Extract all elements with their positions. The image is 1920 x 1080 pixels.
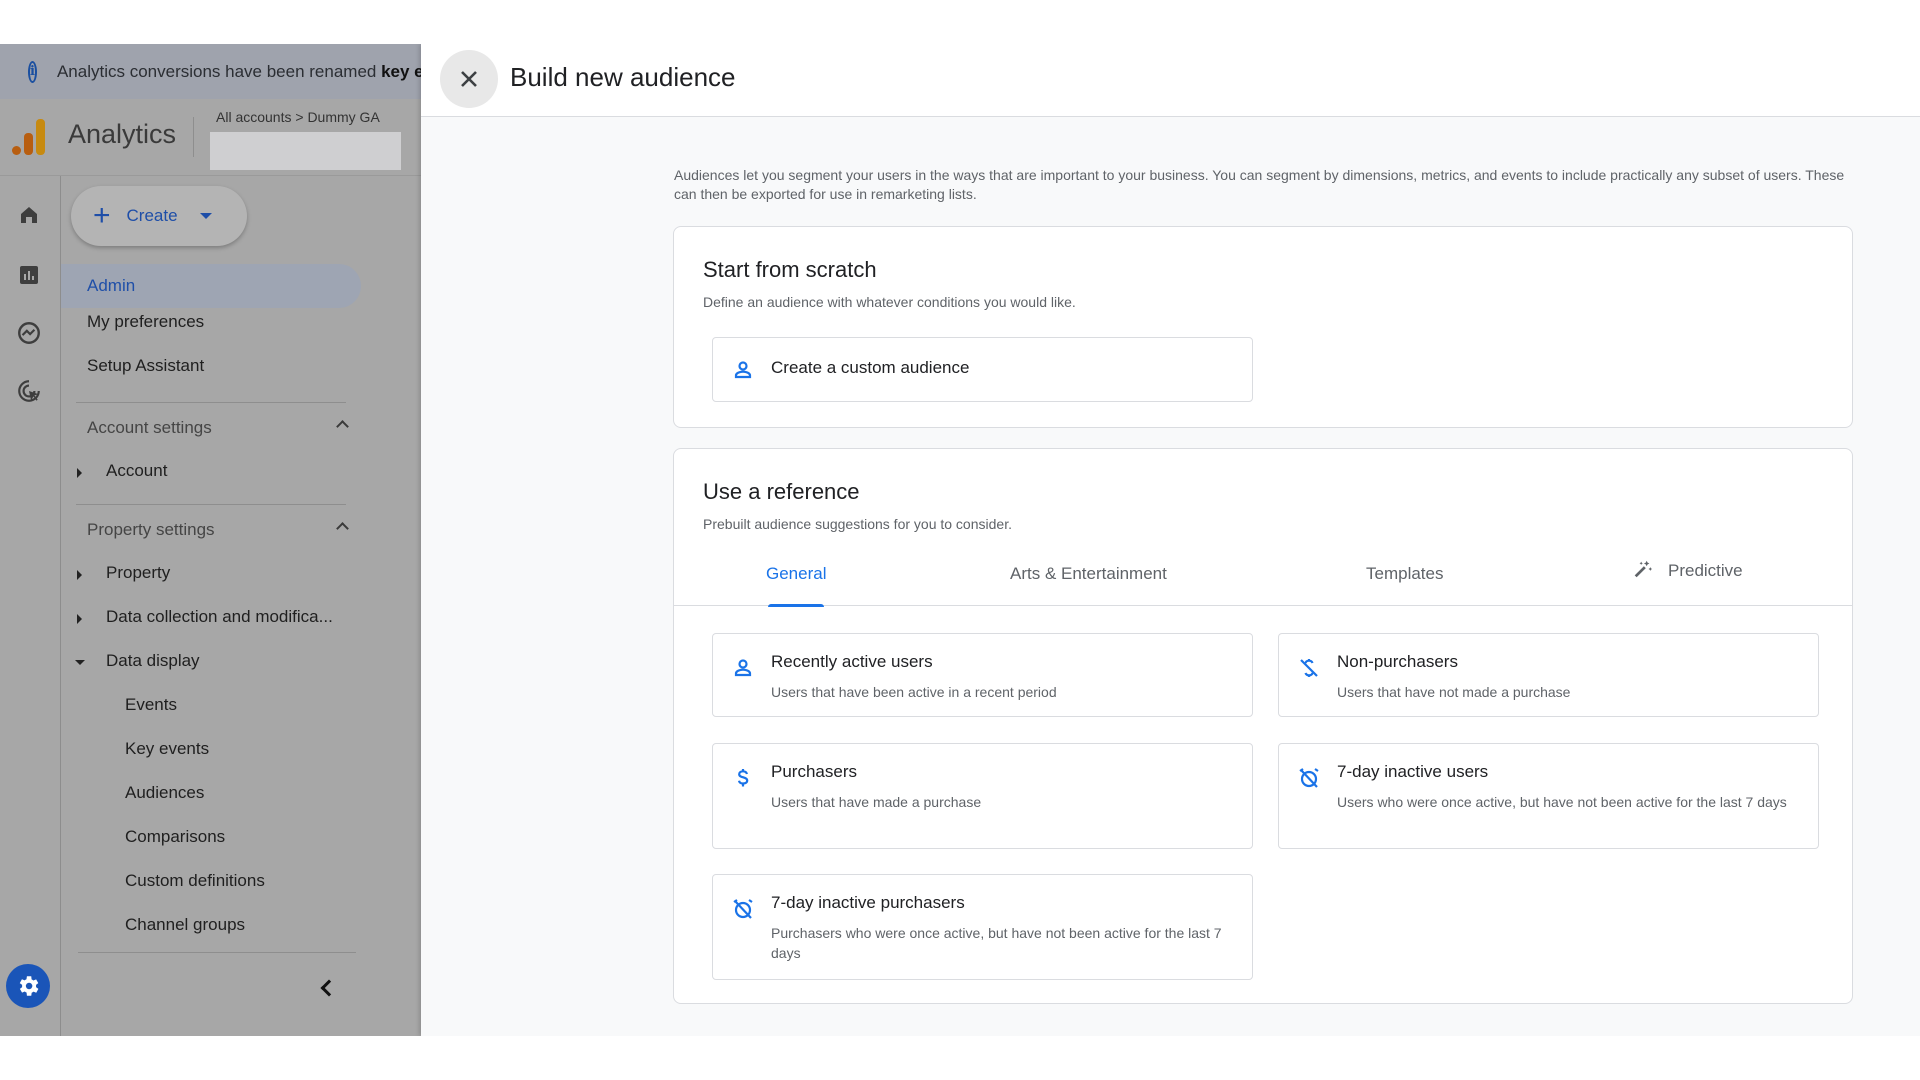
- audience-tile-non-purchasers[interactable]: Non-purchasers Users that have not made …: [1278, 633, 1819, 717]
- notice-banner: i Analytics conversions have been rename…: [0, 44, 421, 99]
- person-icon: [734, 361, 752, 379]
- background-app-dimmed: i Analytics conversions have been rename…: [0, 44, 421, 1036]
- dropdown-caret-icon: [199, 213, 212, 219]
- dollar-icon: [737, 769, 749, 787]
- active-tab-indicator: [768, 604, 825, 607]
- reference-tabs: General Arts & Entertainment Templates P…: [674, 554, 1852, 607]
- collapse-nav-chevron-left-icon[interactable]: [320, 979, 338, 997]
- nav-subitem[interactable]: Channel groups: [125, 915, 245, 935]
- nav-subitem[interactable]: Events: [125, 695, 177, 715]
- collapse-arrow-icon[interactable]: [75, 660, 85, 665]
- analytics-logo-icon: [12, 119, 46, 155]
- nav-item-property[interactable]: Property: [106, 563, 170, 583]
- divider: [76, 504, 346, 505]
- close-icon: [461, 71, 477, 87]
- card-title: Use a reference: [703, 479, 860, 504]
- expand-arrow-icon[interactable]: [77, 468, 82, 478]
- person-icon: [734, 659, 752, 677]
- app-window: i Analytics conversions have been rename…: [0, 44, 1920, 1036]
- nav-item-my-preferences[interactable]: My preferences: [87, 312, 204, 332]
- plus-icon: +: [93, 199, 111, 232]
- app-name: Analytics: [68, 119, 177, 149]
- use-a-reference-card: Use a reference Prebuilt audience sugges…: [673, 448, 1853, 1004]
- card-subtitle: Prebuilt audience suggestions for you to…: [703, 516, 1012, 532]
- nav-subitem[interactable]: Audiences: [125, 783, 204, 803]
- tab-templates[interactable]: Templates: [1366, 564, 1443, 584]
- breadcrumb[interactable]: All accounts > Dummy GA: [216, 109, 380, 125]
- card-subtitle: Define an audience with whatever conditi…: [703, 294, 1076, 310]
- info-icon: i: [28, 60, 37, 83]
- tab-general[interactable]: General: [766, 564, 826, 607]
- section-account-settings[interactable]: Account settings: [87, 418, 349, 438]
- nav-item-data-collection[interactable]: Data collection and modifica...: [106, 607, 333, 627]
- chevron-up-icon: [336, 522, 349, 535]
- nav-subitem[interactable]: Custom definitions: [125, 871, 265, 891]
- alarm-off-icon: [733, 899, 753, 919]
- nav-item-data-display[interactable]: Data display: [106, 651, 200, 671]
- alarm-off-icon: [1299, 768, 1319, 788]
- nav-item-account[interactable]: Account: [106, 461, 167, 481]
- audience-tile-7-day-inactive-purchasers[interactable]: 7-day inactive purchasers Purchasers who…: [712, 874, 1253, 980]
- nav-subitem[interactable]: Key events: [125, 739, 209, 759]
- nav-item-admin[interactable]: Admin: [61, 264, 361, 308]
- build-audience-panel: Build new audience Audiences let you seg…: [421, 44, 1920, 1036]
- start-from-scratch-card: Start from scratch Define an audience wi…: [673, 226, 1853, 428]
- audience-tile-purchasers[interactable]: Purchasers Users that have made a purcha…: [712, 743, 1253, 849]
- nav-subitem[interactable]: Comparisons: [125, 827, 225, 847]
- section-property-settings[interactable]: Property settings: [87, 520, 349, 540]
- admin-gear-button[interactable]: [6, 964, 50, 1008]
- intro-text: Audiences let you segment your users in …: [674, 167, 1845, 202]
- nav-item-setup-assistant[interactable]: Setup Assistant: [87, 356, 204, 376]
- admin-nav: + Create Admin My preferences Setup Assi…: [61, 176, 421, 1036]
- audience-tile-7-day-inactive-users[interactable]: 7-day inactive users Users who were once…: [1278, 743, 1819, 849]
- money-off-icon: [1300, 659, 1318, 677]
- panel-title: Build new audience: [510, 62, 736, 92]
- property-selector[interactable]: [210, 132, 401, 170]
- tab-arts-entertainment[interactable]: Arts & Entertainment: [1010, 564, 1167, 584]
- reports-icon[interactable]: [16, 262, 42, 288]
- explore-icon[interactable]: [16, 320, 42, 346]
- card-title: Start from scratch: [703, 257, 877, 282]
- divider: [76, 402, 346, 403]
- left-rail: [0, 176, 61, 1036]
- expand-arrow-icon[interactable]: [77, 614, 82, 624]
- create-button[interactable]: + Create: [71, 186, 247, 246]
- expand-arrow-icon[interactable]: [77, 570, 82, 580]
- banner-text: Analytics conversions have been renamed …: [56, 61, 421, 81]
- advertising-icon[interactable]: [16, 378, 42, 404]
- create-custom-audience-button[interactable]: Create a custom audience: [712, 337, 1253, 402]
- tab-predictive[interactable]: Predictive: [1632, 558, 1743, 581]
- panel-header: Build new audience: [421, 44, 1920, 117]
- audience-tile-recently-active-users[interactable]: Recently active users Users that have be…: [712, 633, 1253, 717]
- divider: [78, 952, 356, 953]
- app-bar: Analytics All accounts > Dummy GA: [0, 99, 421, 176]
- close-button[interactable]: [440, 50, 498, 108]
- gear-icon: [19, 976, 39, 996]
- divider: [193, 117, 194, 157]
- home-icon[interactable]: [16, 202, 42, 228]
- chevron-up-icon: [336, 420, 349, 433]
- magic-wand-icon: [1634, 560, 1653, 578]
